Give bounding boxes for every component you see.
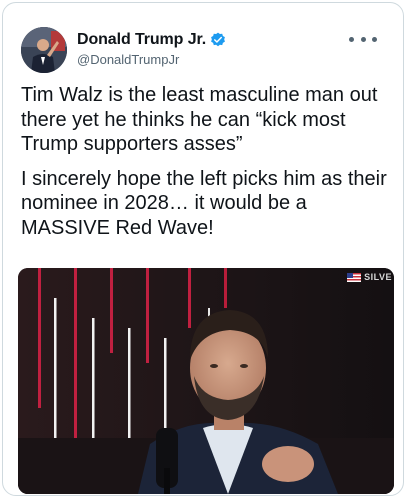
tweet-media-video[interactable]: SILVE (18, 268, 394, 494)
handle[interactable]: @DonaldTrumpJr (77, 52, 226, 67)
author-names: Donald Trump Jr. @DonaldTrumpJr (77, 30, 226, 67)
watermark-text: SILVE (364, 272, 392, 282)
tweet-paragraph-1: Tim Walz is the least masculine man out … (21, 84, 378, 155)
flag-icon (347, 272, 362, 282)
display-name[interactable]: Donald Trump Jr. (77, 31, 206, 49)
watermark: SILVE (347, 272, 392, 282)
tweet-header: Donald Trump Jr. @DonaldTrumpJr (21, 27, 387, 73)
avatar[interactable] (21, 27, 67, 73)
more-options-icon[interactable] (349, 31, 377, 47)
video-frame-image (18, 268, 394, 494)
tweet-card[interactable]: Donald Trump Jr. @DonaldTrumpJr Tim Walz… (2, 2, 404, 496)
tweet-text: Tim Walz is the least masculine man out … (21, 83, 389, 250)
tweet-paragraph-2: I sincerely hope the left picks him as t… (21, 167, 387, 239)
verified-badge-icon (210, 32, 226, 48)
